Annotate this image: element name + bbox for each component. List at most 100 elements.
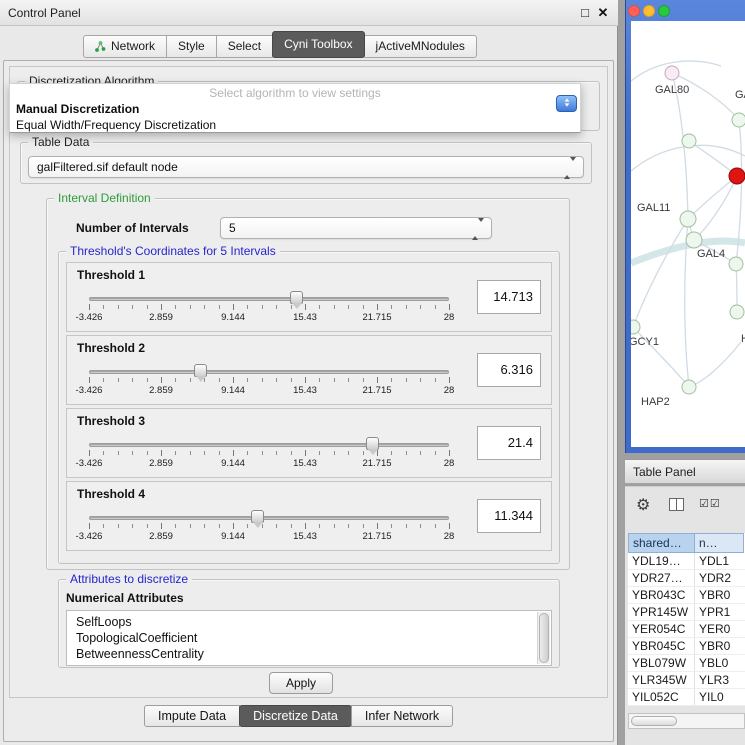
columns-icon[interactable] [669, 498, 684, 511]
network-node-label: GA [735, 89, 745, 101]
threshold-slider[interactable]: -3.4262.8599.14415.4321.71528 [89, 289, 449, 329]
table-data-combo[interactable]: galFiltered.sif default node [28, 156, 584, 178]
float-window-icon[interactable]: □ [577, 4, 593, 21]
slider-tick [89, 304, 90, 310]
slider-tick [103, 451, 104, 455]
threshold-value-field[interactable]: 14.713 [477, 280, 541, 314]
tab-cyni-toolbox[interactable]: Cyni Toolbox [272, 31, 364, 58]
slider-tick-label: 21.715 [362, 385, 391, 396]
network-node[interactable] [682, 134, 696, 148]
slider-tick [175, 451, 176, 455]
gear-icon[interactable]: ⚙ [636, 495, 650, 515]
scrollbar-thumb[interactable] [631, 716, 677, 726]
slider-tick-label: 2.859 [149, 458, 173, 469]
slider-track[interactable] [89, 443, 449, 447]
threshold-slider[interactable]: -3.4262.8599.14415.4321.71528 [89, 362, 449, 402]
network-node[interactable] [682, 380, 696, 394]
network-node[interactable] [729, 257, 743, 271]
table-row[interactable]: YBR043CYBR0 [628, 587, 745, 604]
slider-tick [103, 305, 104, 309]
table-row[interactable]: YIL052CYIL0 [628, 689, 745, 706]
threshold-value-field[interactable]: 6.316 [477, 353, 541, 387]
slider-tick [118, 378, 119, 382]
selected-network-node[interactable] [729, 168, 745, 184]
slider-tick [319, 524, 320, 528]
apply-button[interactable]: Apply [269, 672, 333, 694]
tab-select[interactable]: Select [216, 35, 273, 58]
threshold-label: Threshold 3 [77, 414, 145, 428]
tab-jactivemnodules[interactable]: jActiveMNodules [364, 35, 477, 58]
slider-track[interactable] [89, 297, 449, 301]
num-intervals-value: 5 [229, 218, 236, 238]
threshold-value-field[interactable]: 11.344 [477, 499, 541, 533]
table-cell-shared-name: YDL19… [628, 553, 695, 569]
table-row[interactable]: YDR27…YDR2 [628, 570, 745, 587]
slider-tick [420, 305, 421, 309]
slider-tick [262, 378, 263, 382]
attributes-scrollbar[interactable] [537, 612, 550, 664]
num-intervals-combo[interactable]: 5 [220, 217, 492, 239]
table-row[interactable]: YER054CYER0 [628, 621, 745, 638]
threshold-slider[interactable]: -3.4262.8599.14415.4321.71528 [89, 508, 449, 548]
screen: Control Panel □ ✕ NetworkStyleSelectCyni… [0, 0, 745, 745]
slider-tick-label: -3.426 [76, 312, 103, 323]
table-row[interactable]: YBR045CYBR0 [628, 638, 745, 655]
slider-tick [348, 451, 349, 455]
algorithm-option[interactable]: Manual Discretization [10, 101, 580, 117]
minimize-traffic-icon[interactable] [643, 5, 655, 17]
close-traffic-icon[interactable] [628, 5, 640, 17]
select-columns-checkbox-icon[interactable]: ☑☑ [699, 497, 721, 510]
attribute-list-item[interactable]: TopologicalCoefficient [67, 630, 551, 646]
network-node[interactable] [732, 113, 745, 127]
table-row[interactable]: YBL079WYBL0 [628, 655, 745, 672]
panel-title: Control Panel [8, 6, 81, 20]
bottom-tab-infer-network[interactable]: Infer Network [351, 705, 453, 727]
threshold-value-field[interactable]: 21.4 [477, 426, 541, 460]
slider-tick [319, 451, 320, 455]
table-cell-shared-name: YBL079W [628, 655, 695, 671]
tab-network[interactable]: Network [83, 35, 167, 58]
slider-tick [262, 305, 263, 309]
slider-tick [204, 451, 205, 455]
bottom-tab-impute-data[interactable]: Impute Data [144, 705, 240, 727]
zoom-traffic-icon[interactable] [658, 5, 670, 17]
slider-thumb-icon[interactable] [290, 291, 303, 304]
slider-tick [363, 524, 364, 528]
slider-tick-label: 28 [444, 458, 455, 469]
slider-tick [305, 304, 306, 310]
table-horizontal-scrollbar[interactable] [628, 713, 745, 729]
table-row[interactable]: YDL19…YDL1 [628, 553, 745, 570]
slider-tick [147, 305, 148, 309]
network-node[interactable] [631, 320, 640, 334]
bottom-tab-discretize-data[interactable]: Discretize Data [239, 705, 352, 727]
scrollbar-thumb[interactable] [539, 613, 549, 663]
network-node[interactable] [680, 211, 696, 227]
table-row[interactable]: YPR145WYPR1 [628, 604, 745, 621]
slider-thumb-icon[interactable] [366, 437, 379, 450]
network-node[interactable] [665, 66, 679, 80]
column-header-name[interactable]: n… [694, 533, 744, 553]
slider-track[interactable] [89, 516, 449, 520]
network-node-label: GAL11 [637, 202, 670, 214]
slider-track[interactable] [89, 370, 449, 374]
slider-tick [132, 451, 133, 455]
slider-thumb-icon[interactable] [194, 364, 207, 377]
attribute-list-item[interactable]: SelfLoops [67, 611, 551, 630]
column-header-shared-name[interactable]: shared… [628, 533, 695, 553]
close-icon[interactable]: ✕ [595, 4, 611, 21]
tab-style[interactable]: Style [166, 35, 217, 58]
table-row[interactable]: YLR345WYLR3 [628, 672, 745, 689]
network-node[interactable] [686, 232, 702, 248]
network-node[interactable] [730, 305, 744, 319]
algorithm-popup: Select algorithm to view settings Manual… [9, 83, 581, 133]
slider-thumb-icon[interactable] [251, 510, 264, 523]
algorithm-combo-button[interactable] [556, 95, 577, 112]
top-tabs: NetworkStyleSelectCyni ToolboxjActiveMNo… [84, 31, 477, 58]
threshold-slider[interactable]: -3.4262.8599.14415.4321.71528 [89, 435, 449, 475]
slider-tick [233, 377, 234, 383]
network-canvas[interactable]: GAL80GAGAL11GAL4GCY1HHAP2 [631, 21, 745, 447]
attribute-list-item[interactable]: BetweennessCentrality [67, 646, 551, 662]
algorithm-option[interactable]: Equal Width/Frequency Discretization [10, 117, 580, 133]
slider-tick [449, 523, 450, 529]
slider-tick [449, 304, 450, 310]
